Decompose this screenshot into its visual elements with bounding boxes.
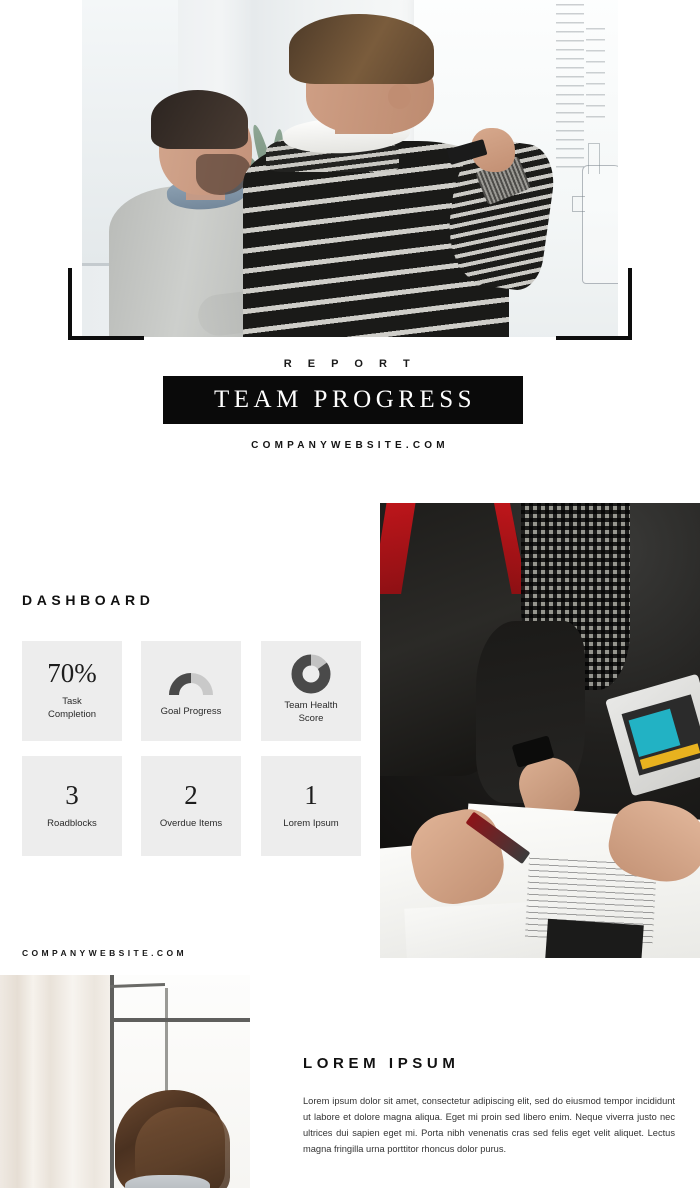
whiteboard-sketch — [571, 142, 618, 285]
kpi-label: Goal Progress — [160, 706, 222, 718]
header-website-url: COMPANYWEBSITE.COM — [251, 440, 449, 451]
kpi-card-goal-progress: Goal Progress — [141, 641, 241, 741]
kpi-card-roadblocks: 3 Roadblocks — [22, 756, 122, 856]
kpi-label-line-2: Score — [298, 712, 324, 724]
kpi-label-line-1: Team Health — [284, 699, 338, 711]
donut-svg — [291, 654, 331, 694]
person-shoulder — [125, 1175, 210, 1188]
whiteboard-writing-secondary — [585, 28, 606, 127]
footer-website-url: COMPANYWEBSITE.COM — [22, 948, 187, 958]
tablet-screen — [620, 694, 700, 776]
hero-photo-whiteboard-meeting — [82, 0, 618, 337]
kpi-value: 1 — [304, 779, 318, 810]
frame-bracket-right-horizontal — [556, 336, 632, 340]
bottom-section-body: Lorem ipsum dolor sit amet, consectetur … — [303, 1096, 675, 1154]
page-title: TEAM PROGRESS — [213, 386, 476, 413]
mid-photo-team-meeting — [380, 503, 700, 958]
window-frame-horizontal — [110, 1017, 250, 1022]
kpi-card-lorem-ipsum: 1 Lorem Ipsum — [261, 756, 361, 856]
report-kicker: R E P O R T — [283, 358, 417, 370]
gauge-chart-container — [163, 663, 219, 697]
frame-bracket-left-horizontal — [68, 336, 144, 340]
bottom-section-heading: LOREM IPSUM — [303, 1055, 460, 1072]
bottom-text-block: LOREM IPSUM Lorem ipsum dolor sit amet, … — [303, 1055, 675, 1158]
kpi-label: Roadblocks — [47, 817, 97, 829]
person-ear — [387, 83, 411, 109]
person-hair — [289, 13, 434, 84]
frame-bracket-left-vertical — [68, 268, 72, 340]
dark-desk-object — [544, 918, 645, 958]
frame-bracket-right-vertical — [628, 268, 632, 340]
window-frame-vertical — [110, 975, 114, 1188]
gauge-svg — [169, 672, 213, 695]
report-page: R E P O R T TEAM PROGRESS COMPANYWEBSITE… — [0, 0, 700, 1188]
hero-section — [0, 0, 700, 345]
window-curtain — [0, 975, 110, 1188]
kpi-card-team-health-score: Team Health Score — [261, 641, 361, 741]
kpi-value: 70% — [47, 658, 97, 689]
donut-chart-container — [291, 654, 331, 694]
whiteboard-writing — [555, 3, 584, 172]
kpi-label: Overdue Items — [159, 817, 223, 829]
hero-photo-illustration — [82, 0, 618, 337]
kpi-label: Team Health Score — [284, 700, 337, 725]
person-hair — [151, 89, 248, 150]
kpi-label-line-2: Completion — [47, 709, 97, 720]
kpi-value: 2 — [184, 779, 198, 810]
report-title-bar: TEAM PROGRESS — [163, 376, 523, 424]
kpi-card-overdue-items: 2 Overdue Items — [141, 756, 241, 856]
dashboard-heading: DASHBOARD — [22, 592, 155, 608]
bottom-photo-woman-by-window — [0, 975, 250, 1188]
kpi-label: Lorem Ipsum — [283, 817, 339, 829]
gauge-chart — [163, 666, 219, 695]
kpi-card-task-completion: 70% Task Completion — [22, 641, 122, 741]
kpi-label: Task Completion — [48, 696, 96, 721]
gauge-value-arc — [169, 672, 191, 695]
kpi-label-line-1: Task — [62, 696, 82, 708]
person-striped-sweater — [242, 13, 560, 337]
kpi-value: 3 — [65, 779, 79, 810]
donut-chart — [291, 654, 331, 694]
